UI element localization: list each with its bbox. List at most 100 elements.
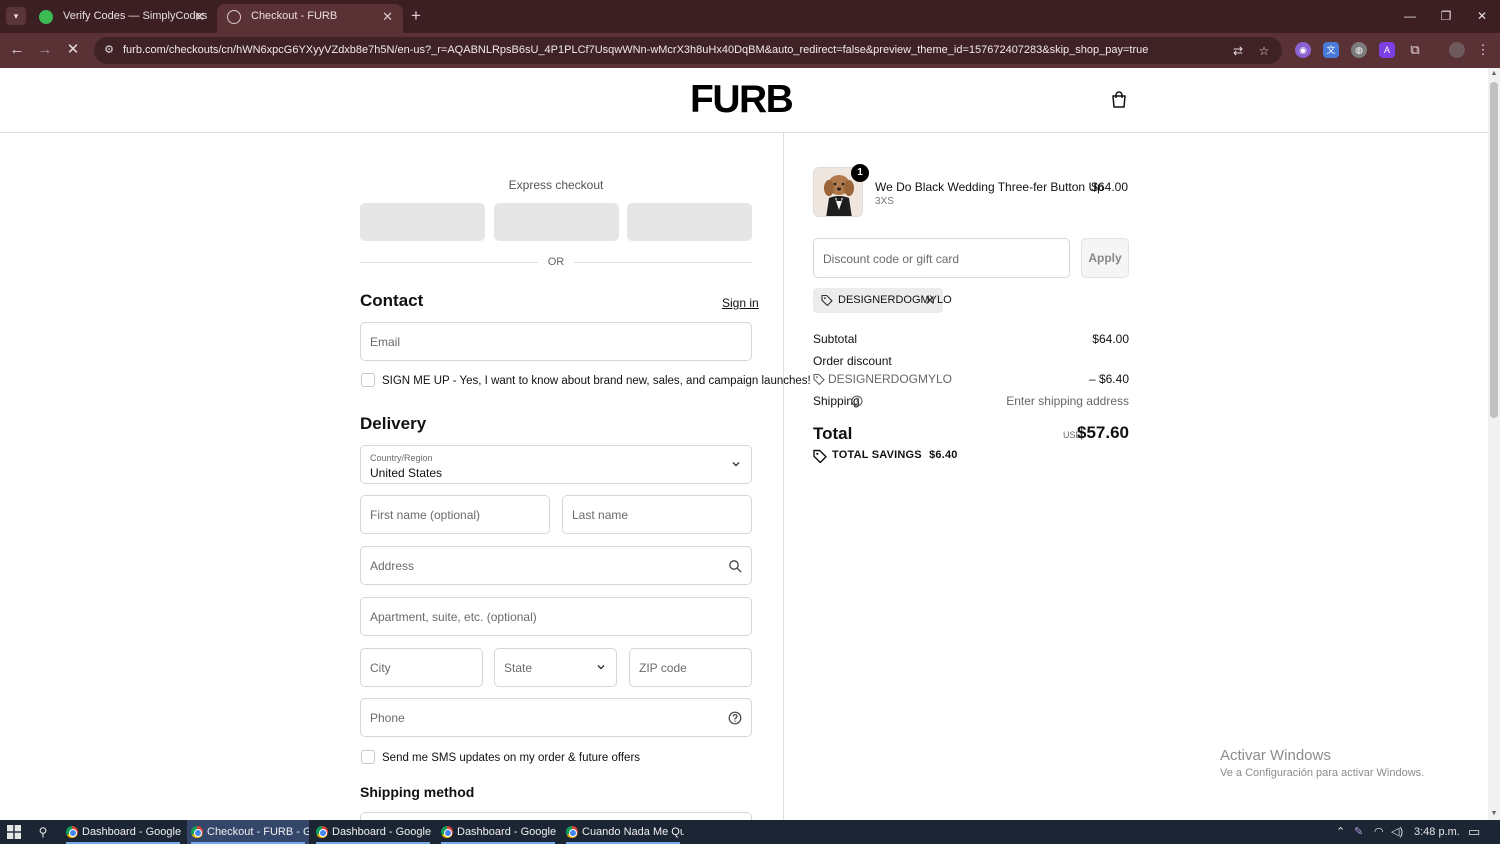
store-logo[interactable]: FURB: [690, 78, 794, 122]
total-savings-value: $6.40: [929, 449, 958, 461]
help-icon[interactable]: [851, 395, 863, 407]
taskbar-clock[interactable]: 3:48 p.m.: [1414, 824, 1460, 840]
forward-icon[interactable]: →: [35, 40, 55, 60]
tab-simplycodes[interactable]: Verify Codes — SimplyCodes ✕: [29, 4, 215, 33]
apartment-field[interactable]: Apartment, suite, etc. (optional): [360, 597, 752, 636]
simplycodes-favicon-icon: [39, 10, 53, 24]
taskbar-item-dashboard-2[interactable]: Dashboard - Google ...: [312, 820, 434, 844]
taskbar-item-cuando-nada[interactable]: Cuando Nada Me Qu...: [562, 820, 684, 844]
state-select[interactable]: State: [494, 648, 617, 687]
chrome-icon: [316, 826, 328, 838]
sign-in-link[interactable]: Sign in: [722, 296, 759, 310]
page-scrollbar[interactable]: ▲ ▼: [1488, 68, 1500, 820]
taskbar-item-label: Dashboard - Google ...: [332, 826, 434, 838]
windows-taskbar: ⚲ Dashboard - Google ... Checkout - FURB…: [0, 820, 1500, 844]
a-extension-icon[interactable]: A: [1379, 42, 1395, 58]
applied-discount-chip: DESIGNERDOGMYLO: [813, 288, 952, 313]
newsletter-option[interactable]: SIGN ME UP - Yes, I want to know about b…: [360, 373, 811, 389]
zip-placeholder: ZIP code: [639, 661, 687, 675]
extension-icon[interactable]: ◉: [1295, 42, 1311, 58]
extensions-puzzle-icon[interactable]: ⧉: [1407, 42, 1423, 58]
site-info-icon[interactable]: ⚙: [102, 43, 116, 57]
bookmark-star-icon[interactable]: ☆: [1256, 43, 1272, 59]
taskbar-item-label: Dashboard - Google ...: [457, 826, 559, 838]
translate-extension-icon[interactable]: 文: [1323, 42, 1339, 58]
scroll-up-icon[interactable]: ▲: [1488, 68, 1500, 80]
browser-toolbar: ← → ✕ ⚙ furb.com/checkouts/cn/hWN6xpcG6Y…: [0, 33, 1500, 68]
discount-value: – $6.40: [1088, 372, 1129, 386]
close-tab-icon[interactable]: ✕: [194, 4, 205, 29]
first-name-field[interactable]: First name (optional): [360, 495, 550, 534]
tab-checkout-furb[interactable]: Checkout - FURB ✕: [217, 4, 403, 33]
scrollbar-thumb[interactable]: [1490, 82, 1498, 418]
loading-favicon-icon: [227, 10, 241, 24]
new-tab-icon[interactable]: +: [406, 5, 426, 27]
back-icon[interactable]: ←: [7, 40, 27, 60]
taskbar-item-checkout[interactable]: Checkout - FURB - G...: [187, 820, 309, 844]
stop-loading-icon[interactable]: ✕: [63, 40, 83, 60]
taskbar-search-icon[interactable]: ⚲: [34, 823, 52, 841]
shipping-method-heading: Shipping method: [360, 784, 475, 800]
express-pay-button-3[interactable]: [627, 203, 752, 241]
taskbar-item-dashboard-3[interactable]: Dashboard - Google ...: [437, 820, 559, 844]
windows-start-icon[interactable]: [7, 825, 21, 839]
close-icon[interactable]: [924, 294, 936, 306]
sms-option[interactable]: Send me SMS updates on my order & future…: [360, 750, 752, 766]
total-value: $57.60: [1077, 423, 1129, 442]
contact-heading: Contact: [360, 291, 424, 310]
profile-avatar-icon[interactable]: [1449, 42, 1465, 58]
tab-search-menu-icon[interactable]: ▾: [6, 7, 26, 25]
or-divider-left: [360, 262, 538, 263]
address-bar[interactable]: ⚙ furb.com/checkouts/cn/hWN6xpcG6YXyyVZd…: [94, 37, 1282, 64]
discount-code-input[interactable]: Discount code or gift card: [813, 238, 1070, 278]
cart-icon[interactable]: [1111, 91, 1127, 108]
product-variant: 3XS: [875, 196, 894, 207]
close-tab-icon[interactable]: ✕: [382, 4, 393, 29]
express-pay-button-1[interactable]: [360, 203, 485, 241]
total-savings-label: TOTAL SAVINGS: [832, 449, 922, 461]
state-placeholder: State: [504, 661, 533, 675]
wifi-icon[interactable]: ◠: [1374, 824, 1384, 840]
first-name-placeholder: First name (optional): [370, 508, 481, 522]
apartment-placeholder: Apartment, suite, etc. (optional): [370, 610, 537, 624]
translate-icon[interactable]: ⇄: [1230, 43, 1246, 59]
address-field[interactable]: Address: [360, 546, 752, 585]
last-name-field[interactable]: Last name: [562, 495, 752, 534]
tray-pen-icon[interactable]: ✎: [1354, 824, 1363, 840]
window-close-icon[interactable]: ✕: [1472, 6, 1492, 26]
subtotal-label: Subtotal: [813, 332, 858, 346]
savings-tag-icon: [813, 449, 827, 463]
total-savings: TOTAL SAVINGS $6.40: [832, 449, 958, 461]
chrome-icon: [191, 826, 203, 838]
scroll-down-icon[interactable]: ▼: [1488, 808, 1500, 820]
delivery-heading: Delivery: [360, 414, 427, 433]
help-icon[interactable]: [728, 711, 742, 725]
chrome-icon: [566, 826, 578, 838]
url-text[interactable]: furb.com/checkouts/cn/hWN6xpcG6YXyyVZdxb…: [123, 37, 1148, 64]
country-select[interactable]: Country/Region United States: [360, 445, 752, 484]
discount-code-label: DESIGNERDOGMYLO: [828, 372, 953, 386]
taskbar-item-label: Dashboard - Google ...: [82, 826, 184, 838]
email-field[interactable]: Email: [360, 322, 752, 361]
volume-icon[interactable]: ◁): [1391, 824, 1403, 840]
minimize-icon[interactable]: —: [1400, 6, 1420, 26]
taskbar-item-label: Checkout - FURB - G...: [207, 826, 309, 838]
zip-field[interactable]: ZIP code: [629, 648, 752, 687]
browser-menu-icon[interactable]: ⋮: [1475, 42, 1491, 58]
search-icon: [729, 560, 742, 573]
notifications-icon[interactable]: ▭: [1468, 824, 1480, 840]
shipping-method-box: [360, 812, 752, 820]
checkout-page: FURB Express checkout OR Contact Sign in…: [0, 68, 1488, 820]
tray-expand-icon[interactable]: ⌃: [1336, 824, 1345, 840]
newsletter-checkbox[interactable]: [361, 373, 375, 387]
express-pay-button-2[interactable]: [494, 203, 619, 241]
city-field[interactable]: City: [360, 648, 483, 687]
taskbar-item-dashboard-1[interactable]: Dashboard - Google ...: [62, 820, 184, 844]
apply-discount-button[interactable]: Apply: [1081, 238, 1129, 278]
phone-field[interactable]: Phone: [360, 698, 752, 737]
tab-title: Verify Codes — SimplyCodes: [63, 10, 208, 22]
watermark-title: Activar Windows: [1220, 747, 1331, 764]
restore-icon[interactable]: ❐: [1436, 6, 1456, 26]
sms-checkbox[interactable]: [361, 750, 375, 764]
globe-extension-icon[interactable]: ◍: [1351, 42, 1367, 58]
